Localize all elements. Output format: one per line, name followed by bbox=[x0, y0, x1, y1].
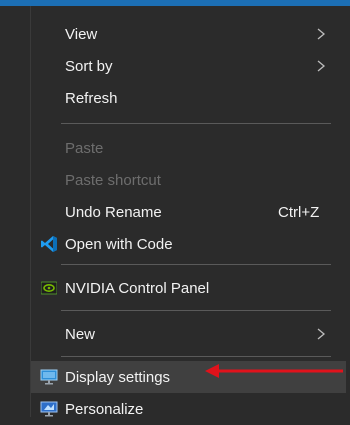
desktop-context-menu: View Sort by Refresh Paste Paste shortcu… bbox=[30, 6, 346, 418]
menu-item-open-with-code[interactable]: Open with Code bbox=[31, 228, 346, 260]
menu-separator bbox=[61, 356, 331, 357]
menu-item-shortcut: Ctrl+Z bbox=[278, 203, 320, 221]
annotation-arrow-icon bbox=[205, 364, 343, 378]
menu-item-label: NVIDIA Control Panel bbox=[65, 279, 210, 297]
menu-item-label: Refresh bbox=[65, 89, 118, 107]
menu-item-label: Personalize bbox=[65, 400, 144, 418]
nvidia-icon bbox=[40, 279, 58, 297]
menu-item-view[interactable]: View bbox=[31, 18, 346, 50]
menu-item-refresh[interactable]: Refresh bbox=[31, 82, 346, 114]
vscode-icon bbox=[40, 235, 58, 253]
menu-item-label: Open with Code bbox=[65, 235, 173, 253]
menu-item-label: Display settings bbox=[65, 368, 171, 386]
menu-item-label: View bbox=[65, 25, 98, 43]
menu-separator bbox=[61, 264, 331, 265]
menu-item-new[interactable]: New bbox=[31, 318, 346, 350]
menu-item-personalize[interactable]: Personalize bbox=[31, 393, 346, 425]
menu-item-label: Sort by bbox=[65, 57, 113, 75]
chevron-right-icon bbox=[317, 28, 326, 40]
menu-item-paste: Paste bbox=[31, 132, 346, 164]
menu-item-label: New bbox=[65, 325, 96, 343]
menu-item-sort-by[interactable]: Sort by bbox=[31, 50, 346, 82]
menu-item-undo-rename[interactable]: Undo Rename Ctrl+Z bbox=[31, 196, 346, 228]
menu-item-label: Paste shortcut bbox=[65, 171, 161, 189]
personalize-icon bbox=[40, 400, 58, 418]
menu-separator bbox=[61, 123, 331, 124]
menu-separator bbox=[61, 310, 331, 311]
menu-item-label: Undo Rename bbox=[65, 203, 162, 221]
chevron-right-icon bbox=[317, 328, 326, 340]
chevron-right-icon bbox=[317, 60, 326, 72]
menu-item-label: Paste bbox=[65, 139, 104, 157]
menu-item-paste-shortcut: Paste shortcut bbox=[31, 164, 346, 196]
display-icon bbox=[40, 368, 58, 386]
menu-item-nvidia-control-panel[interactable]: NVIDIA Control Panel bbox=[31, 272, 346, 304]
